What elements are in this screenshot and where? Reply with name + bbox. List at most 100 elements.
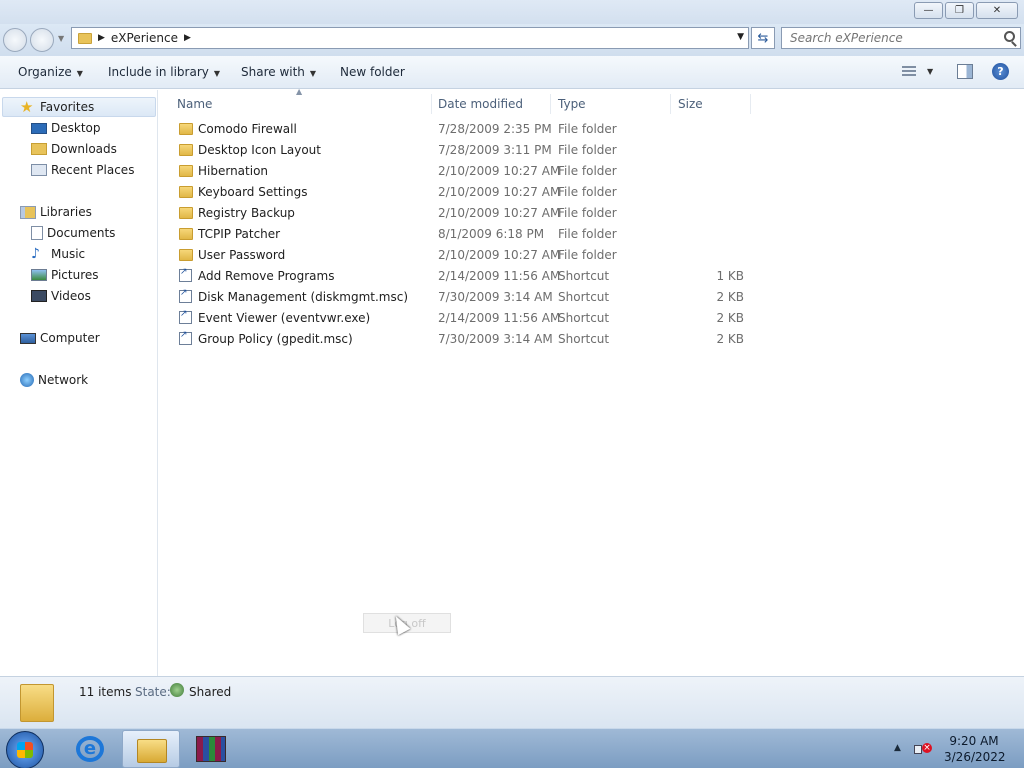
file-row[interactable]: Comodo Firewall 7/28/2009 2:35 PM File fol… <box>175 119 755 140</box>
sidebar-item-documents[interactable]: Documents <box>31 224 115 242</box>
sidebar-item-label: Music <box>51 247 86 261</box>
sidebar-item-network[interactable]: Network <box>20 371 88 389</box>
folder-icon <box>179 228 193 240</box>
chevron-down-icon: ▼ <box>76 69 83 78</box>
views-dropdown[interactable]: ▼ <box>927 67 933 76</box>
taskbar: e ▲ 9:20 AM 3/26/2022 <box>0 728 1024 768</box>
file-date-modified: 7/28/2009 2:35 PM <box>438 122 552 136</box>
sidebar-item-label: Computer <box>40 331 100 345</box>
file-date-modified: 2/10/2009 10:27 AM <box>438 248 561 262</box>
file-row[interactable]: Event Viewer (eventvwr.exe) 2/14/2009 11:… <box>175 308 755 329</box>
file-row[interactable]: Group Policy (gpedit.msc) 7/30/2009 3:14 … <box>175 329 755 350</box>
file-type: Shortcut <box>558 290 610 304</box>
column-header-type[interactable]: Type <box>558 94 671 114</box>
file-date-modified: 7/28/2009 3:11 PM <box>438 143 552 157</box>
sidebar-item-recent-places[interactable]: Recent Places <box>31 161 134 179</box>
command-bar: Organize ▼ Include in library ▼ Share with… <box>0 56 1024 89</box>
folder-icon <box>179 249 193 261</box>
search-icon[interactable] <box>1004 31 1015 42</box>
file-row[interactable]: Desktop Icon Layout 7/28/2009 3:11 PM File… <box>175 140 755 161</box>
folder-icon <box>78 32 92 44</box>
desktop-icon <box>31 122 47 134</box>
sidebar-item-videos[interactable]: Videos <box>31 287 91 305</box>
sidebar-item-libraries[interactable]: Libraries <box>20 203 92 221</box>
file-size: 2 KB <box>716 290 744 304</box>
column-header-size[interactable]: Size <box>678 94 751 114</box>
breadcrumb-current[interactable]: eXPerience <box>111 31 178 45</box>
share-with-label: Share with <box>241 65 305 79</box>
internet-explorer-icon: e <box>76 736 104 762</box>
file-name: TCPIP Patcher <box>198 227 281 241</box>
clock-time: 9:20 AM <box>949 734 999 748</box>
folder-icon <box>179 165 193 177</box>
shortcut-icon <box>179 267 192 282</box>
file-type: Shortcut <box>558 311 610 325</box>
include-in-library-label: Include in library <box>108 65 209 79</box>
include-in-library-button[interactable]: Include in library ▼ <box>108 65 220 79</box>
file-row[interactable]: Registry Backup 2/10/2009 10:27 AM File fo… <box>175 203 755 224</box>
help-icon[interactable]: ? <box>992 63 1009 80</box>
file-row[interactable]: TCPIP Patcher 8/1/2009 6:18 PM File folder <box>175 224 755 245</box>
windows-explorer-icon <box>137 739 167 763</box>
search-input[interactable] <box>782 28 992 48</box>
sidebar-item-desktop[interactable]: Desktop <box>31 119 101 137</box>
recent-pages-dropdown[interactable]: ▼ <box>58 34 64 43</box>
minimize-button[interactable]: — <box>914 2 943 19</box>
file-name: Comodo Firewall <box>198 122 297 136</box>
clock[interactable]: 9:20 AM 3/26/2022 <box>944 733 1006 765</box>
computer-icon <box>20 332 36 344</box>
back-button[interactable] <box>3 28 27 52</box>
start-button[interactable] <box>6 731 44 768</box>
clock-date: 3/26/2022 <box>944 750 1006 764</box>
sidebar-item-pictures[interactable]: Pictures <box>31 266 99 284</box>
close-button[interactable]: ✕ <box>976 2 1018 19</box>
file-row[interactable]: User Password 2/10/2009 10:27 AM File fold… <box>175 245 755 266</box>
file-name: Hibernation <box>198 164 269 178</box>
show-hidden-icons-button[interactable]: ▲ <box>894 743 901 753</box>
folder-icon <box>179 186 193 198</box>
address-history-dropdown[interactable]: ▼ <box>737 32 744 42</box>
preview-pane-icon[interactable] <box>957 64 973 79</box>
chevron-right-icon[interactable]: ▶ <box>184 33 191 43</box>
taskbar-winrar[interactable] <box>182 730 240 768</box>
sidebar-item-downloads[interactable]: Downloads <box>31 140 117 158</box>
documents-icon <box>31 226 43 240</box>
share-with-button[interactable]: Share with ▼ <box>241 65 316 79</box>
file-name: Group Policy (gpedit.msc) <box>198 332 353 346</box>
chevron-down-icon: ▼ <box>213 69 221 78</box>
refresh-button[interactable]: ⇆ <box>751 27 775 49</box>
new-folder-button[interactable]: New folder <box>340 65 405 79</box>
organize-button[interactable]: Organize ▼ <box>18 65 83 79</box>
address-row: ▼ ▶ eXPerience ▶ ▼ ⇆ <box>0 24 1024 56</box>
file-row[interactable]: Disk Management (diskmgmt.msc) 7/30/2009 … <box>175 287 755 308</box>
sidebar-item-computer[interactable]: Computer <box>20 329 100 347</box>
file-type: Shortcut <box>558 332 610 346</box>
file-type: File folder <box>558 206 617 220</box>
taskbar-internet-explorer[interactable]: e <box>62 730 120 768</box>
file-name: Event Viewer (eventvwr.exe) <box>198 311 371 325</box>
file-date-modified: 8/1/2009 6:18 PM <box>438 227 545 241</box>
chevron-right-icon[interactable]: ▶ <box>98 33 105 43</box>
change-view-icon[interactable] <box>902 63 918 81</box>
taskbar-windows-explorer[interactable] <box>122 730 180 768</box>
file-row[interactable]: Keyboard Settings 2/10/2009 10:27 AM File … <box>175 182 755 203</box>
file-row[interactable]: Add Remove Programs 2/14/2009 11:56 AMSho… <box>175 266 755 287</box>
file-size: 1 KB <box>716 269 744 283</box>
sort-ascending-icon: ▲ <box>296 87 303 96</box>
sidebar-item-favorites[interactable]: ★ Favorites <box>20 98 94 116</box>
sidebar-item-music[interactable]: ♪ Music <box>31 245 85 263</box>
search-box[interactable] <box>781 27 1021 49</box>
file-row[interactable]: Hibernation 2/10/2009 10:27 AM File folder <box>175 161 755 182</box>
column-header-name[interactable]: Name <box>177 94 432 114</box>
file-type: Shortcut <box>558 269 610 283</box>
file-type: File folder <box>558 248 617 262</box>
file-name: Registry Backup <box>198 206 295 220</box>
forward-button[interactable] <box>30 28 54 52</box>
column-header-date-modified[interactable]: Date modified <box>438 94 551 114</box>
state-value: Shared <box>189 685 232 699</box>
speaker-muted-icon[interactable] <box>914 741 932 757</box>
maximize-button[interactable]: ❐ <box>945 2 974 19</box>
shortcut-icon <box>179 330 192 345</box>
file-type: File folder <box>558 122 617 136</box>
address-bar[interactable]: ▶ eXPerience ▶ ▼ <box>71 27 749 49</box>
